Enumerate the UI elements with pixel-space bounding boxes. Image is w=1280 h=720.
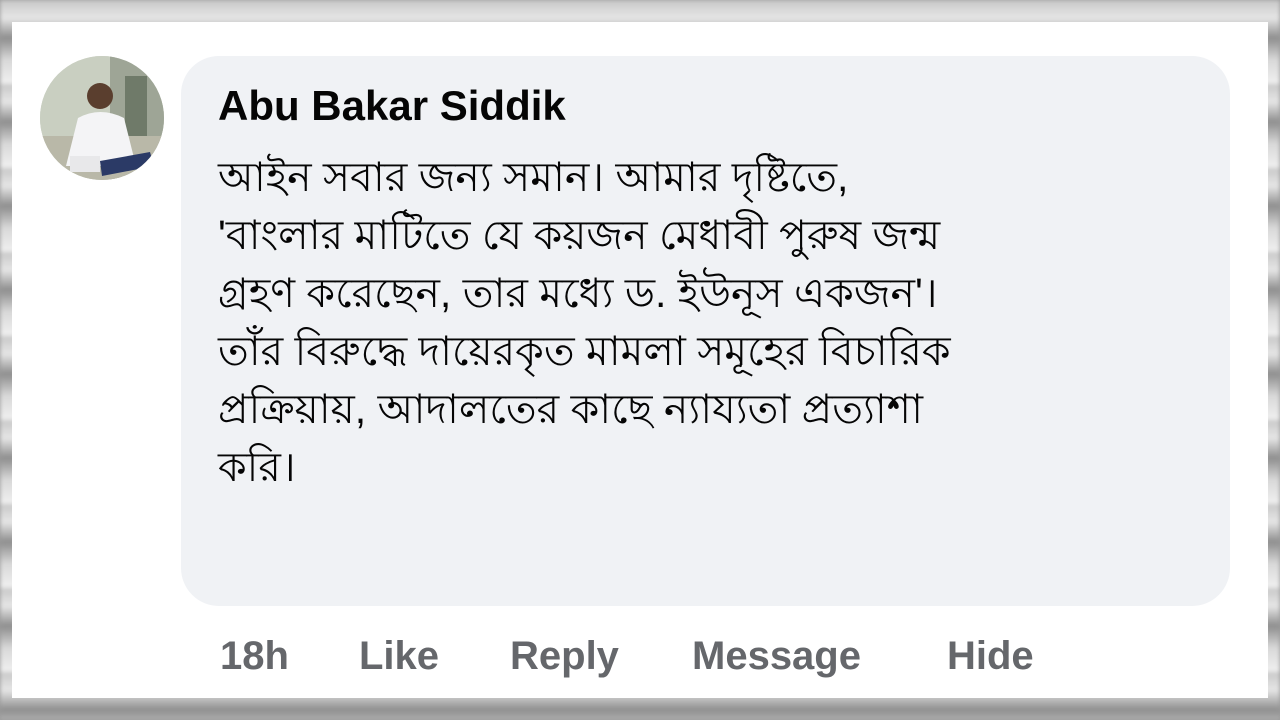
comment-text-line: 'বাংলার মাটিতে যে কয়জন মেধাবী পুরুষ জন্… (218, 212, 941, 258)
comment-bubble: Abu Bakar Siddik আইন সবার জন্য সমান। আমা… (181, 56, 1230, 606)
reply-button[interactable]: Reply (510, 628, 619, 684)
timestamp[interactable]: 18h (220, 628, 289, 684)
message-button[interactable]: Message (692, 628, 861, 684)
avatar[interactable] (40, 56, 164, 180)
comment-text-line: তাঁর বিরুদ্ধে দায়েরকৃত মামলা সমূহের বিচ… (218, 328, 951, 374)
comment-text-line: প্রক্রিয়ায়, আদালতের কাছে ন্যায্যতা প্র… (218, 386, 923, 432)
comment-text-line: গ্রহণ করেছেন, তার মধ্যে ড. ইউনূস একজন'। (218, 270, 938, 316)
comment-text-line: আইন সবার জন্য সমান। আমার দৃষ্টিতে, (218, 154, 849, 200)
hide-button[interactable]: Hide (947, 628, 1034, 684)
like-button[interactable]: Like (359, 628, 439, 684)
avatar-photo (40, 56, 164, 180)
comment-card: Abu Bakar Siddik আইন সবার জন্য সমান। আমা… (12, 22, 1268, 698)
comment-author[interactable]: Abu Bakar Siddik (218, 80, 566, 132)
comment-text-line: করি। (218, 444, 296, 490)
